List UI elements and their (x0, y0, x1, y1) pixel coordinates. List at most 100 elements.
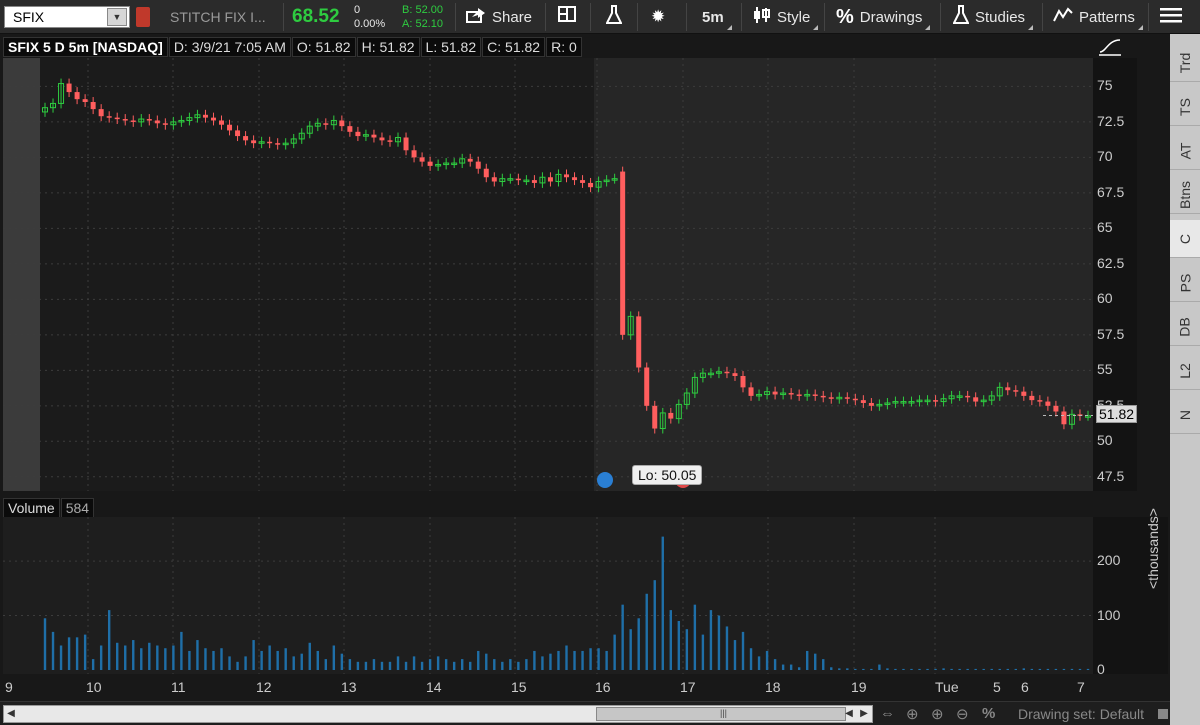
chart-style-icon[interactable] (1098, 37, 1122, 57)
style-label: Style (777, 8, 811, 26)
scroll-left-step-icon[interactable]: ◀ (842, 706, 856, 722)
candle-body (106, 116, 112, 118)
pattern-icon (1053, 6, 1073, 28)
patterns-button[interactable]: Patterns (1053, 0, 1143, 34)
style-button[interactable]: Style (753, 0, 819, 34)
volume-bar (316, 650, 319, 670)
candle-body (251, 140, 257, 144)
volume-bar (597, 648, 600, 670)
symbol-input[interactable]: SFIX ▼ (4, 6, 130, 28)
price-chart[interactable] (3, 58, 1093, 491)
volume-pane[interactable] (3, 517, 1093, 674)
side-tab-label: N (1177, 409, 1193, 420)
side-tab-ps[interactable]: PS (1170, 264, 1200, 302)
volume-bar (886, 668, 889, 670)
bar-low: L: 51.82 (420, 37, 482, 57)
zoom-in-icon[interactable]: ⊕ (931, 705, 944, 723)
volume-bar (669, 610, 672, 670)
price-axis-label: 72.5 (1097, 112, 1125, 129)
candle-body (860, 400, 866, 403)
volume-bar (557, 650, 560, 670)
candle-body (724, 371, 730, 374)
time-axis[interactable]: 9 10 11 12 13 14 15 16 17 18 19 Tue 5 6 7 (3, 676, 1093, 700)
dropdown-corner-icon (726, 25, 732, 30)
settings-button[interactable]: ✹ (651, 0, 665, 34)
drawing-set-dropdown-icon[interactable] (1158, 709, 1168, 719)
volume-bar (870, 668, 873, 670)
volume-chart[interactable] (3, 517, 1093, 674)
symbol-dropdown-icon[interactable]: ▼ (107, 8, 127, 26)
volume-bar (741, 631, 745, 670)
price-axis-label: 70 (1097, 148, 1113, 165)
side-tab-at[interactable]: AT (1170, 132, 1200, 170)
volume-bar (1078, 668, 1082, 670)
candle-body (1029, 395, 1035, 401)
volume-bar (469, 661, 472, 670)
side-tab-btns[interactable]: Btns (1170, 176, 1200, 214)
price-axis-label: 75 (1097, 77, 1113, 94)
percent-icon[interactable]: % (982, 705, 995, 722)
flexible-grid-button[interactable] (558, 0, 580, 34)
volume-bar (765, 650, 769, 670)
candle-icon (753, 6, 771, 29)
side-tab-c[interactable]: C (1170, 220, 1200, 258)
candle-body (379, 137, 385, 141)
time-scrollbar[interactable]: ◀ ||| ◀ ▶ (3, 705, 873, 723)
time-axis-label: 14 (426, 679, 442, 695)
volume-bar (75, 637, 79, 670)
volume-bar (645, 593, 648, 670)
zoom-out-icon[interactable]: ⊖ (956, 705, 969, 723)
candle-body (146, 119, 152, 121)
side-tab-db[interactable]: DB (1170, 308, 1200, 346)
volume-bar (958, 668, 961, 670)
candle-body (74, 92, 80, 100)
share-button[interactable]: Share (466, 0, 532, 34)
price-axis[interactable]: 7572.57067.56562.56057.55552.55047.5 (1093, 58, 1137, 491)
volume-bar (324, 659, 328, 670)
side-tab-l2[interactable]: L2 (1170, 352, 1200, 390)
divider (686, 3, 687, 31)
candle-body (82, 99, 88, 103)
price-pane[interactable] (3, 58, 1093, 491)
crosshair-icon[interactable]: ⊕ (906, 705, 919, 723)
time-axis-label: Tue (935, 679, 959, 695)
menu-button[interactable] (1160, 0, 1182, 34)
candle-body (844, 397, 850, 399)
divider (824, 3, 825, 31)
symbol-text[interactable]: SFIX (5, 9, 107, 25)
volume-bar (436, 656, 440, 670)
volume-bar (509, 659, 512, 670)
side-tab-ts[interactable]: TS (1170, 88, 1200, 126)
link-icon[interactable] (136, 7, 150, 27)
scroll-thumb[interactable]: ||| (596, 707, 846, 721)
flask-button[interactable] (605, 0, 623, 34)
volume-bar (966, 668, 969, 670)
bid-value: B: 52.00 (402, 4, 443, 16)
bottom-bar: ◀ ||| ◀ ▶ ⇔ ⊕ ⊕ ⊖ % Drawing set: Default (0, 701, 1170, 725)
scroll-right-icon[interactable]: ▶ (857, 706, 871, 722)
side-tab-trd[interactable]: Trd (1170, 44, 1200, 82)
volume-bar (773, 659, 777, 670)
drawings-button[interactable]: % Drawings (836, 0, 931, 34)
divider (455, 3, 456, 31)
side-tab-n[interactable]: N (1170, 396, 1200, 434)
bar-close: C: 51.82 (482, 37, 546, 57)
chart-area[interactable]: SFIX 5 D 5m [NASDAQ] D: 3/9/21 7:05 AM O… (0, 34, 1170, 701)
candle-body (275, 143, 281, 145)
volume-bar (284, 648, 287, 670)
volume-axis-label: 0 (1097, 661, 1105, 677)
drawing-set-selector[interactable]: Drawing set: Default (1018, 706, 1144, 722)
studies-button[interactable]: Studies (952, 0, 1034, 34)
volume-bar (910, 668, 913, 670)
price-axis-label: 60 (1097, 290, 1113, 307)
volume-bar (428, 659, 432, 670)
candle-body (652, 405, 658, 429)
volume-bar (982, 668, 985, 670)
current-session-shade (594, 58, 1093, 491)
scroll-left-icon[interactable]: ◀ (4, 706, 18, 722)
timeframe-button[interactable]: 5m (702, 0, 732, 34)
studies-label: Studies (975, 8, 1026, 26)
candle-body (820, 395, 826, 398)
volume-bar (990, 668, 993, 670)
expand-icon[interactable]: ⇔ (880, 705, 895, 722)
